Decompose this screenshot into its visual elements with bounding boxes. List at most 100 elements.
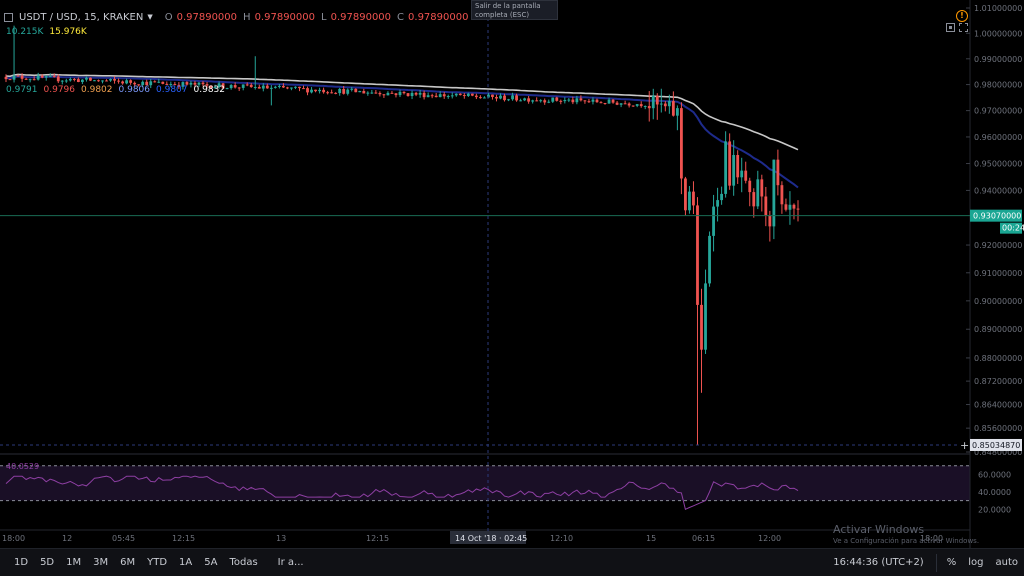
candle-body: [555, 97, 559, 101]
candle-body: [483, 97, 486, 99]
collapse-icon[interactable]: [4, 12, 13, 22]
range-button-1a[interactable]: 1A: [173, 557, 198, 568]
volume-value-1: 10.215K: [6, 27, 44, 37]
candle-body: [16, 75, 20, 77]
candle-body: [366, 92, 370, 94]
candle-body: [161, 81, 165, 84]
range-button-5a[interactable]: 5A: [198, 557, 223, 568]
chevron-down-icon[interactable]: ▼: [147, 13, 152, 21]
close-value: 0.97890000: [408, 11, 469, 23]
price-tick-label: 0.95000000: [974, 160, 1022, 169]
candle-body: [515, 95, 518, 101]
candle-body: [543, 100, 547, 103]
candle-body: [780, 185, 784, 205]
candle-body: [768, 215, 772, 227]
range-button-5d[interactable]: 5D: [34, 557, 60, 568]
warning-icon[interactable]: !: [956, 10, 968, 22]
log-scale-toggle[interactable]: log: [962, 557, 989, 568]
candle-body: [724, 141, 728, 194]
candle-body: [105, 80, 108, 82]
watermark-subtitle: Ve a Configuración para activar Windows.: [833, 537, 980, 545]
percent-scale-toggle[interactable]: %: [941, 557, 963, 568]
candle-body: [655, 95, 659, 105]
screenshot-icon[interactable]: [946, 23, 955, 32]
time-tick-label: 12:15: [366, 534, 389, 543]
range-button-6m[interactable]: 6M: [114, 557, 141, 568]
date-range-list: 1D 5D 1M 3M 6M YTD 1A 5A Todas: [8, 557, 264, 568]
candle-body: [462, 95, 466, 97]
candle-body: [523, 98, 527, 101]
candle-body: [539, 100, 543, 102]
candle-body: [434, 95, 438, 98]
candle-body: [708, 235, 711, 284]
candle-body: [728, 141, 732, 186]
candle-body: [60, 80, 64, 82]
volume-legend: 10.215K 15.976K: [6, 27, 87, 37]
candle-body: [507, 99, 510, 101]
range-button-all[interactable]: Todas: [223, 557, 263, 568]
open-label: O: [164, 11, 173, 23]
candle-body: [40, 75, 44, 78]
candle-body: [736, 155, 740, 178]
candle-body: [237, 87, 241, 89]
price-tick-label: 0.97000000: [974, 107, 1022, 116]
range-button-3m[interactable]: 3M: [87, 557, 114, 568]
price-tick-label: 1.00000000: [974, 29, 1022, 38]
candle-body: [607, 99, 611, 104]
candle-body: [776, 159, 780, 186]
candle-body: [157, 81, 161, 83]
ma-value-3: 0.9802: [81, 85, 113, 95]
candle-body: [32, 79, 36, 81]
time-tick-label: 12:10: [550, 534, 573, 543]
candle-body: [342, 88, 346, 94]
candle-body: [374, 92, 378, 94]
bottom-toolbar: 1D 5D 1M 3M 6M YTD 1A 5A Todas Ir a... 1…: [0, 548, 1024, 576]
candle-body: [334, 92, 338, 94]
candle-body: [744, 170, 748, 181]
candle-body: [56, 76, 60, 82]
candle-body: [454, 93, 458, 96]
candle-body: [587, 101, 591, 103]
candle-body: [458, 93, 462, 96]
low-label: L: [321, 11, 327, 23]
rsi-tick-label: 40.0000: [978, 488, 1011, 497]
candle-body: [511, 95, 514, 100]
time-tick-label: 06:15: [692, 534, 715, 543]
candle-body: [575, 98, 579, 103]
fullscreen-icon[interactable]: [959, 23, 968, 32]
candle-body: [563, 100, 567, 102]
crosshair-plus-icon[interactable]: +: [960, 439, 969, 452]
candle-body: [314, 89, 317, 92]
ma-value-4: 0.9806: [118, 85, 151, 95]
candle-body: [603, 103, 607, 105]
candle-body: [253, 86, 257, 88]
rsi-tick-label: 20.0000: [978, 505, 1011, 514]
candle-body: [470, 93, 474, 96]
cursor-price-label: 0.85034870: [972, 441, 1020, 450]
tooltip-line-1: Salir de la pantalla: [475, 2, 541, 10]
candle-body: [611, 99, 615, 103]
bar-countdown-label: 00:24: [1002, 224, 1024, 233]
candle-body: [402, 91, 406, 94]
range-button-ytd[interactable]: YTD: [141, 557, 173, 568]
price-tick-label: 0.87200000: [974, 377, 1022, 386]
candle-body: [559, 100, 563, 102]
candle-body: [716, 200, 719, 207]
range-button-1d[interactable]: 1D: [8, 557, 34, 568]
candle-body: [450, 95, 454, 97]
candle-body: [430, 95, 434, 97]
candle-body: [772, 159, 776, 227]
candle-body: [671, 101, 675, 116]
candle-body: [760, 179, 764, 197]
auto-scale-toggle[interactable]: auto: [989, 557, 1024, 568]
candle-body: [390, 92, 394, 94]
range-button-1m[interactable]: 1M: [60, 557, 87, 568]
price-tick-label: 0.89000000: [974, 325, 1022, 334]
clock-timezone-button[interactable]: 16:44:36 (UTC+2): [833, 557, 923, 568]
candle-body: [651, 95, 655, 109]
symbol-title[interactable]: USDT / USD, 15, KRAKEN: [19, 12, 143, 23]
goto-date-button[interactable]: Ir a...: [278, 557, 304, 568]
price-tick-label: 0.92000000: [974, 241, 1022, 250]
candle-body: [298, 86, 301, 89]
candle-body: [491, 94, 494, 97]
